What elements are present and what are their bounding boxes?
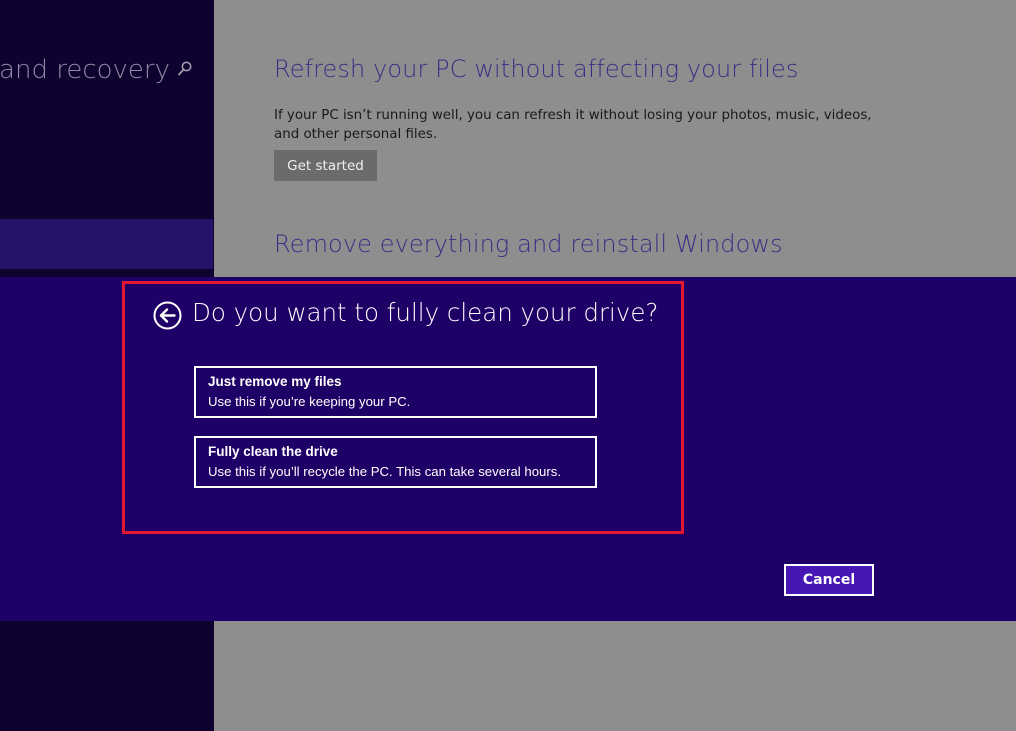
fully-clean-the-drive-option[interactable]: Fully clean the drive Use this if you’ll… [194,436,597,488]
back-arrow-circle-icon[interactable] [153,301,182,330]
refresh-description: If your PC isn’t running well, you can r… [274,108,872,142]
sidebar-item-recovery-selected[interactable] [0,219,213,269]
option-title: Just remove my files [208,374,342,389]
get-started-button[interactable]: Get started [274,150,377,181]
option-description: Use this if you’ll recycle the PC. This … [208,464,562,479]
option-title: Fully clean the drive [208,444,338,459]
remove-everything-heading: Remove everything and reinstall Windows [274,230,783,258]
option-description: Use this if you’re keeping your PC. [208,394,411,409]
refresh-heading: Refresh your PC without affecting your f… [274,55,799,83]
dialog-title: Do you want to fully clean your drive? [192,298,659,327]
sidebar-title: Update and recovery [0,55,170,85]
search-icon[interactable] [176,60,194,78]
just-remove-my-files-option[interactable]: Just remove my files Use this if you’re … [194,366,597,418]
cancel-button[interactable]: Cancel [784,564,874,596]
